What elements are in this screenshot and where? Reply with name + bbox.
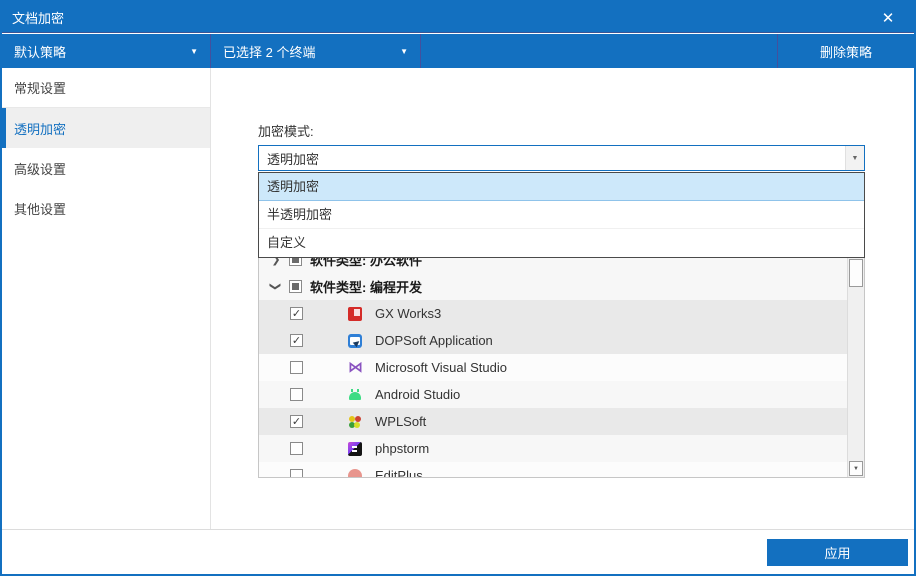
app-name: DOPSoft Application xyxy=(375,333,493,348)
dopsoft-icon xyxy=(348,334,362,348)
chevron-down-icon[interactable] xyxy=(269,280,283,293)
software-row-visual-studio[interactable]: Microsoft Visual Studio xyxy=(259,354,847,381)
app-name: Android Studio xyxy=(375,387,460,402)
apply-button[interactable]: 应用 xyxy=(767,539,908,566)
checkbox[interactable] xyxy=(290,469,303,478)
toolbar: 默认策略 ▼ 已选择 2 个终端 ▼ 删除策略 xyxy=(2,34,914,68)
checkbox[interactable] xyxy=(290,334,303,347)
sidebar-item-label: 透明加密 xyxy=(14,119,66,138)
option-custom[interactable]: 自定义 xyxy=(259,229,864,257)
titlebar: 文档加密 xyxy=(2,2,914,33)
gx-works3-icon xyxy=(348,307,362,321)
android-studio-icon xyxy=(348,388,362,402)
sidebar-item-label: 常规设置 xyxy=(14,78,66,97)
sidebar-item-label: 其他设置 xyxy=(14,199,66,218)
group-checkbox[interactable] xyxy=(289,280,302,293)
group-row-programming-dev[interactable]: 软件类型: 编程开发 xyxy=(259,273,847,300)
phpstorm-icon xyxy=(348,442,362,456)
checkbox[interactable] xyxy=(290,388,303,401)
terminal-dropdown-label: 已选择 2 个终端 xyxy=(223,42,315,61)
option-transparent-encryption[interactable]: 透明加密 xyxy=(259,173,864,201)
document-encryption-dialog: 文档加密 ✕ 默认策略 ▼ 已选择 2 个终端 ▼ 删除策略 常规设置 透明加密… xyxy=(0,0,916,576)
app-name: Microsoft Visual Studio xyxy=(375,360,507,375)
checkbox[interactable] xyxy=(290,307,303,320)
combobox-value: 透明加密 xyxy=(267,149,319,168)
sidebar-item-transparent-encryption[interactable]: 透明加密 xyxy=(2,108,210,148)
scroll-down-icon[interactable]: ▼ xyxy=(849,461,863,476)
option-semi-transparent-encryption[interactable]: 半透明加密 xyxy=(259,201,864,229)
policy-dropdown[interactable]: 默认策略 ▼ xyxy=(2,34,211,68)
software-row-dopsoft[interactable]: DOPSoft Application xyxy=(259,327,847,354)
software-row-phpstorm[interactable]: phpstorm xyxy=(259,435,847,462)
policy-dropdown-label: 默认策略 xyxy=(14,42,66,61)
software-row-gx-works3[interactable]: GX Works3 xyxy=(259,300,847,327)
vertical-scrollbar[interactable]: ▼ xyxy=(847,248,864,477)
footer-divider xyxy=(2,529,914,530)
delete-policy-button[interactable]: 删除策略 xyxy=(778,34,914,68)
chevron-down-icon: ▼ xyxy=(400,47,408,56)
editplus-icon xyxy=(348,469,362,479)
terminal-dropdown[interactable]: 已选择 2 个终端 ▼ xyxy=(211,34,421,68)
software-list: 软件类型: 办公软件 软件类型: 编程开发 GX Works3 DOPSoft … xyxy=(258,247,865,478)
app-name: EditPlus xyxy=(375,468,423,478)
sidebar-item-general-settings[interactable]: 常规设置 xyxy=(2,68,210,108)
software-row-wplsoft[interactable]: WPLSoft xyxy=(259,408,847,435)
sidebar: 常规设置 透明加密 高级设置 其他设置 xyxy=(2,68,211,529)
encryption-mode-combobox[interactable]: 透明加密 ▼ xyxy=(258,145,865,171)
encryption-mode-label: 加密模式: xyxy=(258,121,314,140)
software-row-android-studio[interactable]: Android Studio xyxy=(259,381,847,408)
wplsoft-icon xyxy=(348,415,362,429)
sidebar-item-other-settings[interactable]: 其他设置 xyxy=(2,188,210,228)
checkbox[interactable] xyxy=(290,361,303,374)
app-name: WPLSoft xyxy=(375,414,426,429)
app-name: phpstorm xyxy=(375,441,429,456)
sidebar-item-label: 高级设置 xyxy=(14,159,66,178)
software-row-editplus[interactable]: EditPlus xyxy=(259,462,847,478)
window-title: 文档加密 xyxy=(12,8,64,27)
sidebar-item-advanced-settings[interactable]: 高级设置 xyxy=(2,148,210,188)
toolbar-spacer xyxy=(421,34,778,68)
visual-studio-icon xyxy=(348,361,362,375)
scrollbar-thumb[interactable] xyxy=(849,259,863,287)
checkbox[interactable] xyxy=(290,442,303,455)
close-icon[interactable]: ✕ xyxy=(870,2,906,33)
chevron-down-icon: ▼ xyxy=(190,47,198,56)
delete-policy-label: 删除策略 xyxy=(820,42,872,61)
app-name: GX Works3 xyxy=(375,306,441,321)
group-label: 软件类型: 编程开发 xyxy=(310,277,422,296)
encryption-mode-popup: 透明加密 半透明加密 自定义 xyxy=(258,172,865,258)
checkbox[interactable] xyxy=(290,415,303,428)
chevron-down-icon[interactable]: ▼ xyxy=(845,146,864,170)
